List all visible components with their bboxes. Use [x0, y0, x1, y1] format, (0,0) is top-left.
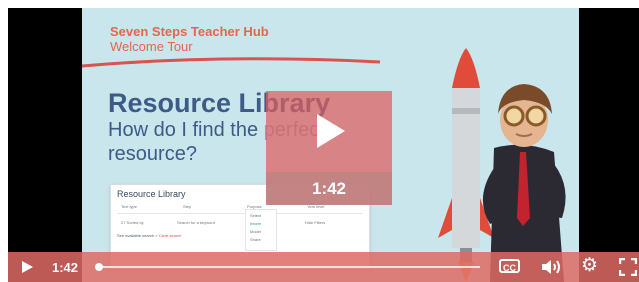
- control-bar: 1:42 CC ⚙: [8, 252, 639, 282]
- mock-title: Resource Library: [117, 189, 186, 199]
- mock-results-link: Clear search: [158, 233, 182, 238]
- closed-captions-icon[interactable]: CC: [499, 259, 520, 273]
- hub-title: Seven Steps Teacher Hub: [110, 24, 269, 39]
- mock-search: Search for a keyword: [177, 220, 215, 225]
- big-play-icon: [317, 114, 345, 148]
- mock-checkbox: Hide Filters: [305, 220, 326, 225]
- mock-drop-item: Select: [250, 213, 262, 218]
- progress-handle[interactable]: [95, 263, 103, 271]
- mock-sort-row: 27 Sorted by Search for a keyword Hide F…: [117, 219, 363, 229]
- mock-filter-text-type: Text type: [121, 204, 138, 209]
- mock-results: See available search > Clear search: [117, 233, 181, 238]
- play-icon[interactable]: [22, 261, 33, 273]
- mock-results-text: See available search >: [117, 233, 158, 238]
- video-player[interactable]: Seven Steps Teacher Hub Welcome Tour Res…: [8, 8, 639, 282]
- swoosh-decoration: [82, 57, 381, 68]
- volume-icon[interactable]: [540, 258, 562, 276]
- mock-drop-item: Inform: [250, 221, 262, 226]
- mock-drop-item: Share: [250, 237, 261, 242]
- question-part1: How do I find the: [108, 119, 264, 141]
- big-play-button[interactable]: 1:42: [266, 91, 392, 205]
- mock-drop-item: Model: [250, 229, 261, 234]
- mock-sort: 27 Sorted by: [121, 220, 144, 225]
- video-duration: 1:42: [266, 172, 392, 205]
- boy-with-rocket-image: [438, 48, 566, 282]
- settings-gear-icon[interactable]: ⚙: [581, 256, 598, 276]
- current-time: 1:42: [52, 260, 79, 275]
- slide-question-line2: resource?: [108, 143, 197, 165]
- progress-bar[interactable]: [95, 263, 480, 271]
- fullscreen-icon[interactable]: [619, 258, 637, 276]
- mock-filter-step: Step: [183, 204, 192, 209]
- mock-dropdown: Select Inform Model Share: [245, 209, 277, 251]
